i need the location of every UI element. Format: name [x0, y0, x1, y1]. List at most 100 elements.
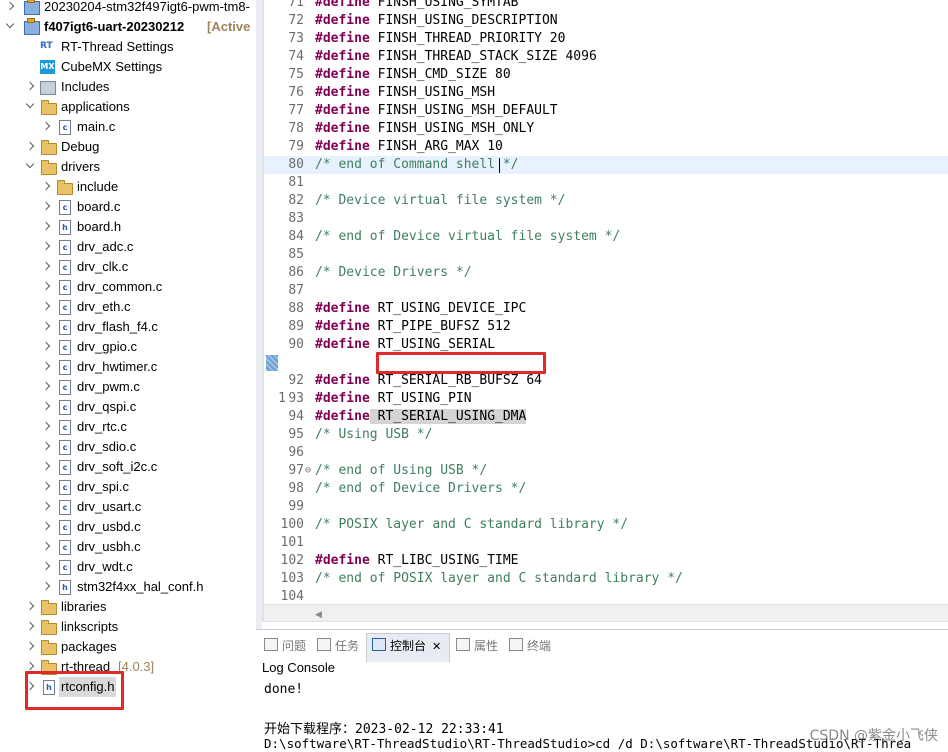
tree-item-file[interactable]: c board.c	[0, 197, 256, 217]
line-number: 83	[288, 211, 304, 226]
chevron-right-icon[interactable]	[25, 641, 35, 651]
tree-file-label: drv_rtc.c	[77, 419, 127, 434]
line-number: 78	[288, 121, 304, 136]
c-file-icon: c	[59, 340, 71, 355]
chevron-right-icon[interactable]	[41, 561, 51, 571]
tree-item-file[interactable]: c drv_spi.c	[0, 477, 256, 497]
tree-item-project2[interactable]: f407igt6-uart-20230212 [Active	[0, 17, 256, 37]
tree-item-file[interactable]: c drv_wdt.c	[0, 557, 256, 577]
chevron-right-icon[interactable]	[41, 501, 51, 511]
tree-item-include[interactable]: include	[0, 177, 256, 197]
chevron-right-icon[interactable]	[41, 321, 51, 331]
folder-icon	[41, 640, 57, 655]
close-icon[interactable]: ✕	[432, 640, 441, 653]
chevron-right-icon[interactable]	[25, 661, 35, 671]
chevron-right-icon[interactable]	[41, 581, 51, 591]
tab-terminal[interactable]: 终端	[509, 636, 551, 656]
tree-item-file[interactable]: c drv_sdio.c	[0, 437, 256, 457]
tree-item-linkscripts[interactable]: linkscripts	[0, 617, 256, 637]
line-number: 72	[288, 13, 304, 28]
chevron-right-icon[interactable]	[25, 141, 35, 151]
code-line: 97 ⊖ /* end of Using USB */	[264, 462, 948, 480]
packages-label: packages	[61, 639, 117, 654]
chevron-right-icon[interactable]	[41, 361, 51, 371]
tree-item-includes[interactable]: Includes	[0, 77, 256, 97]
tree-item-file[interactable]: c drv_clk.c	[0, 257, 256, 277]
tree-item-file[interactable]: c drv_common.c	[0, 277, 256, 297]
chevron-right-icon[interactable]	[41, 261, 51, 271]
chevron-right-icon[interactable]	[41, 461, 51, 471]
tree-item-file[interactable]: c drv_adc.c	[0, 237, 256, 257]
c-file-icon: c	[59, 520, 71, 535]
line-number: 99	[288, 499, 304, 514]
chevron-right-icon[interactable]	[41, 241, 51, 251]
chevron-right-icon[interactable]	[41, 181, 51, 191]
chevron-right-icon[interactable]	[41, 221, 51, 231]
line-number: 100	[280, 517, 304, 532]
chevron-right-icon[interactable]	[41, 341, 51, 351]
chevron-right-icon[interactable]	[41, 381, 51, 391]
tree-file-label: drv_eth.c	[77, 299, 131, 314]
tree-item-libraries[interactable]: libraries	[0, 597, 256, 617]
tree-item-applications[interactable]: applications	[0, 97, 256, 117]
scroll-left-icon[interactable]: ◀	[315, 609, 322, 620]
tree-item-main-c[interactable]: c main.c	[0, 117, 256, 137]
line-number: 92	[288, 373, 304, 388]
chevron-right-icon[interactable]	[41, 521, 51, 531]
tree-item-file[interactable]: c drv_usbh.c	[0, 537, 256, 557]
h-file-icon: h	[59, 220, 71, 235]
tree-item-packages[interactable]: packages	[0, 637, 256, 657]
line-number: 97	[288, 463, 304, 478]
tab-properties[interactable]: 属性	[456, 636, 498, 656]
chevron-right-icon[interactable]	[25, 621, 35, 631]
tab-tasks[interactable]: 任务	[317, 636, 359, 656]
tree-item-file[interactable]: h board.h	[0, 217, 256, 237]
tab-console[interactable]: 控制台 ✕	[372, 636, 441, 656]
tree-item-file[interactable]: h stm32f4xx_hal_conf.h	[0, 577, 256, 597]
code-text: FINSH_USING_MSH_DEFAULT	[369, 103, 558, 118]
tree-item-cubemx-settings[interactable]: MX CubeMX Settings	[0, 57, 256, 77]
project-icon	[24, 18, 40, 35]
chevron-down-icon[interactable]	[25, 159, 35, 169]
chevron-right-icon[interactable]	[41, 301, 51, 311]
fold-toggle-icon[interactable]: ⊖	[305, 462, 311, 480]
chevron-right-icon[interactable]	[25, 601, 35, 611]
chevron-right-icon[interactable]	[25, 81, 35, 91]
chevron-right-icon[interactable]	[41, 121, 51, 131]
tree-item-project1[interactable]: 20230204-stm32f497igt6-pwm-tm8-	[0, 0, 256, 17]
chevron-right-icon[interactable]	[41, 421, 51, 431]
tree-item-file[interactable]: c drv_pwm.c	[0, 377, 256, 397]
keyword: #define	[315, 337, 370, 352]
code-line: 90 #define RT_USING_SERIAL	[264, 336, 948, 354]
chevron-right-icon[interactable]	[41, 481, 51, 491]
code-editor[interactable]: 71 #define FINSH_USING_SYMTAB 72 #define F…	[264, 0, 948, 604]
tree-item-file[interactable]: c drv_eth.c	[0, 297, 256, 317]
tree-item-file[interactable]: c drv_usart.c	[0, 497, 256, 517]
keyword: #define	[315, 373, 370, 388]
tab-problems[interactable]: 问题	[264, 636, 306, 656]
tree-item-file[interactable]: c drv_usbd.c	[0, 517, 256, 537]
chevron-down-icon[interactable]	[5, 19, 15, 29]
tree-item-file[interactable]: c drv_soft_i2c.c	[0, 457, 256, 477]
chevron-right-icon[interactable]	[41, 281, 51, 291]
tree-item-file[interactable]: c drv_hwtimer.c	[0, 357, 256, 377]
tree-item-file[interactable]: c drv_rtc.c	[0, 417, 256, 437]
code-line: 93 #define RT_USING_PIN	[264, 390, 948, 408]
chevron-down-icon[interactable]	[25, 99, 35, 109]
chevron-right-icon[interactable]	[41, 401, 51, 411]
tree-item-debug[interactable]: Debug	[0, 137, 256, 157]
tree-item-file[interactable]: c drv_flash_f4.c	[0, 317, 256, 337]
chevron-right-icon[interactable]	[41, 541, 51, 551]
chevron-right-icon[interactable]	[5, 1, 15, 11]
tree-item-file[interactable]: c drv_gpio.c	[0, 337, 256, 357]
tree-item-drivers[interactable]: drivers	[0, 157, 256, 177]
line-number: 87	[288, 283, 304, 298]
tree-item-file[interactable]: c drv_qspi.c	[0, 397, 256, 417]
chevron-right-icon[interactable]	[41, 201, 51, 211]
code-text: RT_SERIAL_RB_BUFSZ 64	[369, 373, 542, 388]
horizontal-scrollbar[interactable]: ◀	[264, 604, 948, 621]
tree-file-label: drv_common.c	[77, 279, 163, 294]
tree-item-rtthread-settings[interactable]: RT RT-Thread Settings	[0, 37, 256, 57]
chevron-right-icon[interactable]	[41, 441, 51, 451]
tree-file-label: drv_sdio.c	[77, 439, 137, 454]
